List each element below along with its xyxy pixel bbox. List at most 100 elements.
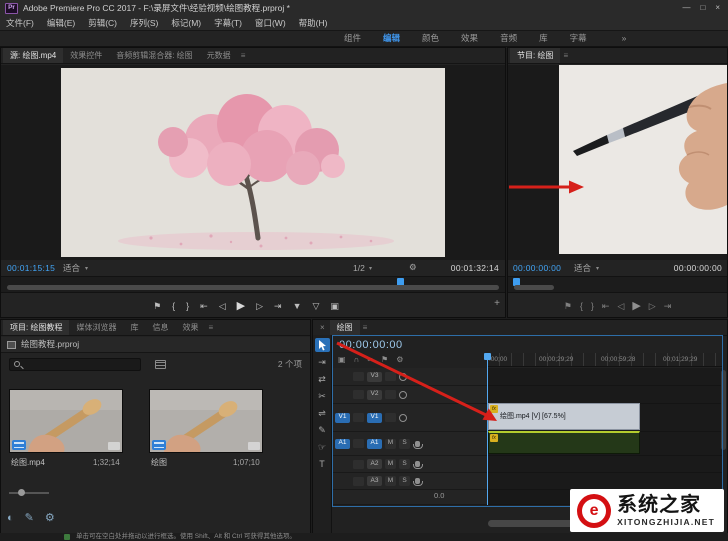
workspace-tab-editing[interactable]: 编辑	[372, 34, 411, 43]
brush-icon[interactable]: ✎	[25, 513, 34, 524]
menu-help[interactable]: 帮助(H)	[299, 19, 328, 28]
workspace-overflow-icon[interactable]: »	[622, 34, 627, 43]
mute-button[interactable]: M	[385, 459, 396, 469]
tab-libraries[interactable]: 库	[123, 320, 145, 335]
voiceover-mic-icon[interactable]	[413, 461, 423, 469]
tab-sequence[interactable]: 绘图	[329, 320, 360, 335]
track-lock-icon[interactable]	[353, 372, 364, 381]
tab-program[interactable]: 节目: 绘图	[510, 48, 561, 63]
menu-clip[interactable]: 剪辑(C)	[88, 19, 117, 28]
slider-knob[interactable]	[18, 489, 25, 496]
voiceover-mic-icon[interactable]	[413, 478, 423, 486]
go-to-in-button[interactable]: ⇤	[200, 301, 208, 311]
linked-selection-icon[interactable]: ∞	[367, 356, 373, 364]
program-scrubber[interactable]	[508, 276, 727, 293]
tab-effect-controls[interactable]: 效果控件	[63, 48, 109, 63]
track-output-eye-icon[interactable]	[399, 372, 407, 381]
razor-tool[interactable]: ✂	[315, 389, 330, 403]
menu-marker[interactable]: 标记(M)	[171, 19, 201, 28]
voiceover-mic-icon[interactable]	[413, 440, 423, 449]
nest-insert-icon[interactable]: ▣	[338, 356, 346, 364]
go-to-out-button[interactable]: ⇥	[664, 301, 672, 311]
program-zoom-select[interactable]: 适合	[574, 264, 591, 273]
track-output-eye-icon[interactable]	[399, 413, 407, 422]
source-patch-a1[interactable]: A1	[335, 438, 350, 449]
tab-source-clip[interactable]: 源: 绘图.mp4	[3, 48, 64, 63]
track-enable-v3[interactable]: V3	[367, 371, 382, 382]
step-back-button[interactable]: ◁	[219, 301, 226, 311]
solo-button[interactable]: S	[399, 459, 410, 469]
insert-button[interactable]: ▼	[293, 301, 302, 311]
playhead-line[interactable]	[487, 353, 488, 505]
track-enable-v2[interactable]: V2	[367, 389, 382, 400]
sync-lock-icon[interactable]	[385, 413, 396, 422]
track-output-eye-icon[interactable]	[399, 390, 407, 399]
source-zoom-scrollbar[interactable]	[7, 285, 499, 290]
maximize-button[interactable]: □	[700, 4, 705, 12]
workspace-tab-color[interactable]: 颜色	[411, 34, 450, 43]
solo-button[interactable]: S	[399, 476, 410, 486]
track-select-forward-tool[interactable]: ⇥	[315, 355, 330, 369]
track-enable-a1[interactable]: A1	[367, 438, 382, 449]
sync-lock-icon[interactable]	[385, 372, 396, 381]
step-forward-button[interactable]: ▷	[256, 301, 263, 311]
step-forward-button[interactable]: ▷	[649, 301, 656, 311]
menu-window[interactable]: 窗口(W)	[255, 19, 286, 28]
source-settings-icon[interactable]: ⚙	[409, 263, 417, 272]
track-content-a3[interactable]	[487, 473, 722, 490]
tab-audio-clip-mixer[interactable]: 音频剪辑混合器: 绘图	[109, 48, 199, 63]
slip-tool[interactable]: ⇌	[315, 406, 330, 420]
workspace-tab-libraries[interactable]: 库	[528, 34, 559, 43]
workspace-tab-titles[interactable]: 字幕	[559, 34, 598, 43]
add-marker-button[interactable]: ⚑	[564, 301, 572, 311]
track-enable-v1[interactable]: V1	[367, 412, 382, 423]
tab-project[interactable]: 项目: 绘图教程	[3, 320, 70, 335]
workspace-tab-audio[interactable]: 音频	[489, 34, 528, 43]
source-zoom-select[interactable]: 适合	[63, 264, 80, 273]
track-content-v3[interactable]	[487, 368, 722, 386]
track-enable-a2[interactable]: A2	[367, 459, 382, 469]
ripple-edit-tool[interactable]: ⇄	[315, 372, 330, 386]
add-marker-button[interactable]: ⚑	[153, 301, 161, 311]
menu-title[interactable]: 字幕(T)	[214, 19, 242, 28]
minimize-button[interactable]: —	[682, 4, 690, 12]
panel-menu-icon[interactable]: ≡	[363, 323, 368, 332]
track-content-v2[interactable]	[487, 386, 722, 404]
export-frame-button[interactable]: ▣	[330, 301, 339, 311]
solo-button[interactable]: S	[399, 438, 410, 449]
timeline-current-timecode[interactable]: 00:00:00:00	[339, 340, 403, 351]
go-to-out-button[interactable]: ⇥	[274, 301, 282, 311]
project-breadcrumb[interactable]: 绘图教程.prproj	[1, 337, 310, 353]
list-view-icon[interactable]	[155, 359, 166, 369]
hand-tool[interactable]: ☞	[315, 440, 330, 454]
source-current-timecode[interactable]: 00:01:15:15	[7, 264, 55, 273]
source-patch-v1[interactable]: V1	[335, 412, 350, 423]
track-enable-a3[interactable]: A3	[367, 476, 382, 486]
source-resolution-select[interactable]: 1/2	[353, 264, 365, 273]
clip-thumbnail-2[interactable]	[149, 389, 263, 453]
track-lock-icon[interactable]	[353, 413, 364, 422]
menu-file[interactable]: 文件(F)	[6, 19, 34, 28]
mark-in-button[interactable]: {	[580, 301, 583, 311]
workspace-tab-effects[interactable]: 效果	[450, 34, 489, 43]
clip-name-1[interactable]: 绘图.mp4	[11, 459, 45, 467]
tab-media-browser[interactable]: 媒体浏览器	[69, 320, 123, 335]
track-content-a2[interactable]	[487, 456, 722, 473]
step-back-button[interactable]: ◁	[617, 301, 624, 311]
tab-info[interactable]: 信息	[145, 320, 175, 335]
timeline-audio-clip[interactable]: fx	[488, 431, 640, 454]
pen-tool[interactable]: ✎	[315, 423, 330, 437]
program-current-timecode[interactable]: 00:00:00:00	[513, 264, 561, 273]
go-to-in-button[interactable]: ⇤	[602, 301, 610, 311]
tab-metadata[interactable]: 元数据	[200, 48, 238, 63]
add-marker-icon[interactable]: ⚑	[381, 356, 388, 364]
source-scrubber[interactable]	[1, 276, 505, 293]
snap-magnet-icon[interactable]: ∩	[354, 356, 360, 364]
close-icon[interactable]: ×	[315, 323, 330, 332]
program-zoom-scrollbar[interactable]	[514, 285, 554, 290]
tab-effects[interactable]: 效果	[175, 320, 205, 335]
track-lock-icon[interactable]	[353, 459, 364, 469]
mark-in-button[interactable]: {	[172, 301, 175, 311]
time-ruler[interactable]: :00;00 00;00;29;29 00;00;59;28 00;01;29;…	[487, 353, 722, 367]
menu-edit[interactable]: 编辑(E)	[47, 19, 75, 28]
